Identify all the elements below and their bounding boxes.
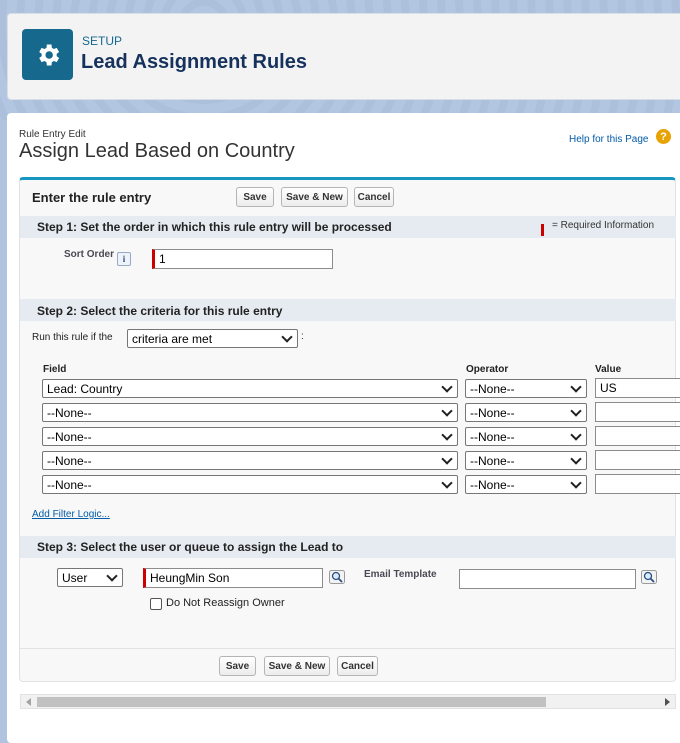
criteria-operator-select[interactable]: --None--	[465, 379, 587, 398]
chevron-down-icon	[106, 569, 118, 582]
field-column-header: Field	[43, 364, 67, 375]
step3-title: Step 3: Select the user or queue to assi…	[37, 540, 344, 554]
criteria-value-input[interactable]	[595, 450, 680, 470]
save-and-new-button[interactable]: Save & New	[281, 187, 348, 207]
chevron-down-icon	[570, 476, 582, 489]
chevron-down-icon	[441, 380, 453, 393]
chevron-down-icon	[281, 330, 293, 343]
lookup-icon[interactable]	[641, 570, 657, 584]
criteria-value-input[interactable]	[595, 402, 680, 422]
horizontal-scrollbar[interactable]	[20, 694, 676, 709]
assignee-type-value: User	[62, 570, 88, 585]
criteria-operator-value: --None--	[470, 429, 515, 444]
sort-order-label: Sort Order	[64, 249, 115, 260]
criteria-operator-select[interactable]: --None--	[465, 403, 587, 422]
help-icon[interactable]: ?	[656, 129, 671, 144]
chevron-down-icon	[570, 404, 582, 417]
required-marker-icon	[541, 221, 544, 239]
criteria-field-select[interactable]: --None--	[42, 475, 458, 494]
criteria-operator-select[interactable]: --None--	[465, 475, 587, 494]
chevron-down-icon	[441, 404, 453, 417]
email-template-label: Email Template	[364, 569, 437, 580]
assignee-input[interactable]: HeungMin Son	[143, 568, 323, 588]
breadcrumb: Rule Entry Edit	[19, 129, 86, 140]
criteria-operator-value: --None--	[470, 381, 515, 396]
criteria-value-input[interactable]	[595, 426, 680, 446]
save-button[interactable]: Save	[236, 187, 274, 207]
criteria-field-value: --None--	[47, 477, 92, 492]
step2-title: Step 2: Select the criteria for this rul…	[37, 304, 283, 318]
criteria-value-input[interactable]	[595, 474, 680, 494]
add-filter-logic-link[interactable]: Add Filter Logic...	[32, 509, 110, 520]
help-link[interactable]: Help for this Page	[569, 134, 649, 145]
gear-icon	[22, 29, 73, 80]
sort-order-input[interactable]: 1	[152, 249, 333, 269]
scroll-left-icon[interactable]	[26, 698, 31, 706]
setup-label: SETUP	[82, 34, 123, 48]
value-column-header: Value	[595, 364, 622, 375]
run-rule-select[interactable]: criteria are met	[127, 329, 298, 348]
page-header-title: Lead Assignment Rules	[81, 51, 307, 73]
criteria-field-select[interactable]: Lead: Country	[42, 379, 458, 398]
operator-column-header: Operator	[466, 364, 509, 375]
chevron-down-icon	[570, 428, 582, 441]
info-icon[interactable]: i	[117, 252, 131, 266]
cancel-button[interactable]: Cancel	[354, 187, 394, 207]
chevron-down-icon	[570, 452, 582, 465]
cancel-button[interactable]: Cancel	[337, 656, 378, 676]
run-rule-select-value: criteria are met	[132, 331, 213, 346]
criteria-field-value: Lead: Country	[47, 381, 123, 396]
divider	[20, 648, 676, 649]
criteria-field-select[interactable]: --None--	[42, 427, 458, 446]
page-title: Assign Lead Based on Country	[19, 140, 295, 162]
criteria-operator-select[interactable]: --None--	[465, 451, 587, 470]
criteria-field-select[interactable]: --None--	[42, 403, 458, 422]
required-info-text: = Required Information	[552, 220, 655, 231]
criteria-value-input[interactable]: US	[595, 378, 680, 398]
do-not-reassign-checkbox[interactable]	[150, 598, 162, 610]
do-not-reassign-label: Do Not Reassign Owner	[166, 597, 285, 609]
run-rule-label: Run this rule if the	[32, 332, 113, 343]
save-and-new-button[interactable]: Save & New	[264, 656, 330, 676]
scroll-right-icon[interactable]	[665, 698, 670, 706]
criteria-field-value: --None--	[47, 429, 92, 444]
save-button[interactable]: Save	[219, 656, 256, 676]
criteria-operator-select[interactable]: --None--	[465, 427, 587, 446]
scroll-thumb[interactable]	[37, 697, 546, 707]
panel-title: Enter the rule entry	[32, 190, 152, 205]
chevron-down-icon	[441, 452, 453, 465]
criteria-field-value: --None--	[47, 405, 92, 420]
criteria-field-select[interactable]: --None--	[42, 451, 458, 470]
assignee-type-select[interactable]: User	[57, 568, 123, 587]
chevron-down-icon	[441, 476, 453, 489]
chevron-down-icon	[570, 380, 582, 393]
criteria-operator-value: --None--	[470, 453, 515, 468]
email-template-input[interactable]	[459, 569, 636, 589]
step1-title: Step 1: Set the order in which this rule…	[37, 220, 392, 234]
criteria-operator-value: --None--	[470, 405, 515, 420]
criteria-field-value: --None--	[47, 453, 92, 468]
run-rule-suffix: :	[301, 331, 304, 342]
lookup-icon[interactable]	[329, 570, 345, 584]
criteria-operator-value: --None--	[470, 477, 515, 492]
chevron-down-icon	[441, 428, 453, 441]
